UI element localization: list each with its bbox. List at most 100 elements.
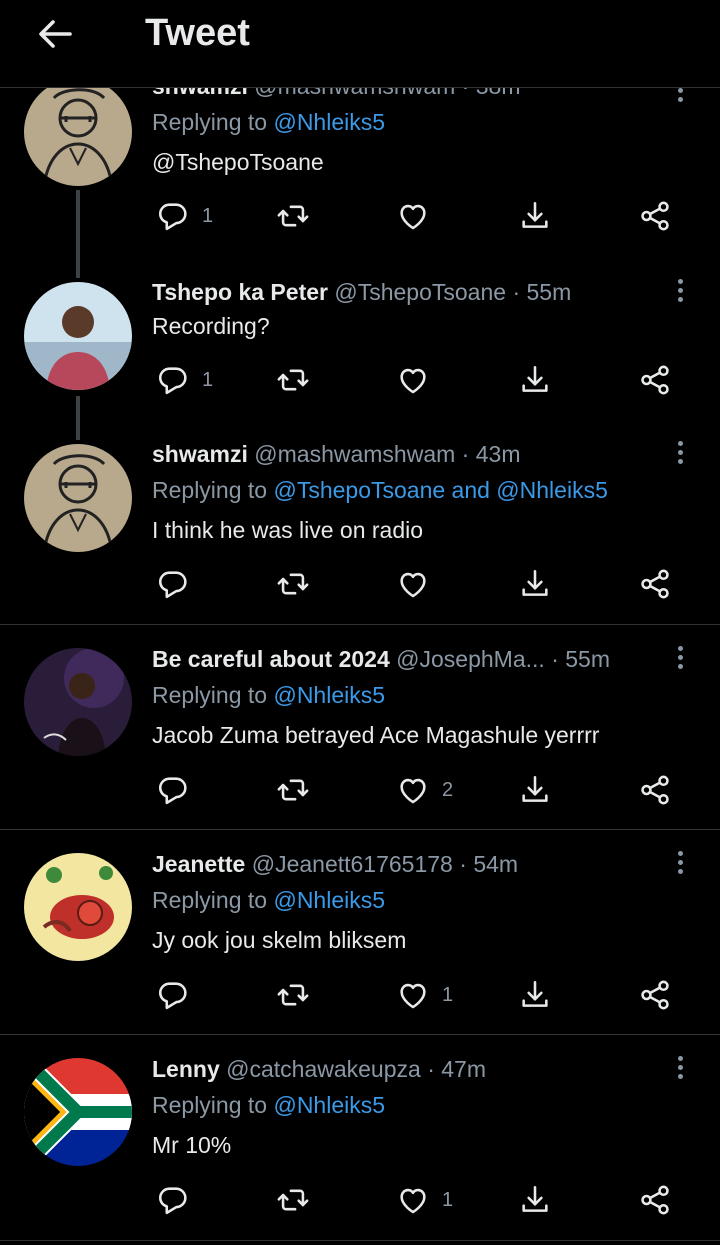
- share-icon: [638, 363, 672, 397]
- more-icon[interactable]: [668, 643, 692, 673]
- replying-to-line: Replying to @Nhleiks5: [152, 681, 385, 709]
- download-button[interactable]: [518, 975, 552, 1015]
- more-icon[interactable]: [668, 848, 692, 878]
- divider: [0, 1240, 720, 1241]
- share-button[interactable]: [638, 564, 672, 604]
- display-name[interactable]: Tshepo ka Peter: [152, 279, 328, 305]
- timestamp[interactable]: 54m: [473, 851, 518, 877]
- reply-button[interactable]: 1: [156, 196, 213, 236]
- thread-line: [76, 396, 80, 440]
- replying-to-prefix: Replying to: [152, 109, 268, 135]
- reply-button[interactable]: 1: [156, 360, 213, 400]
- tweet-text[interactable]: Mr 10%: [152, 1131, 231, 1159]
- like-button[interactable]: 1: [396, 1180, 453, 1220]
- reply-icon: [156, 567, 190, 601]
- divider: [0, 624, 720, 625]
- download-button[interactable]: [518, 564, 552, 604]
- like-button[interactable]: [396, 196, 430, 236]
- download-icon: [518, 567, 552, 601]
- top-app-bar: Tweet: [0, 0, 720, 88]
- share-button[interactable]: [638, 975, 672, 1015]
- back-arrow-icon[interactable]: [36, 14, 76, 54]
- timestamp[interactable]: 47m: [441, 1056, 486, 1082]
- timestamp[interactable]: 55m: [565, 646, 610, 672]
- like-button[interactable]: 2: [396, 770, 453, 810]
- display-name[interactable]: Be careful about 2024: [152, 646, 390, 672]
- mention-link[interactable]: @Nhleiks5: [273, 1092, 385, 1118]
- retweet-button[interactable]: [276, 1180, 310, 1220]
- retweet-button[interactable]: [276, 770, 310, 810]
- replying-to-line: Replying to @Nhleiks5: [152, 886, 385, 914]
- mention-link[interactable]: @TshepoTsoane and @Nhleiks5: [273, 477, 607, 503]
- handle[interactable]: @Jeanett61765178: [252, 851, 453, 877]
- separator: ·: [551, 646, 559, 672]
- timestamp[interactable]: 43m: [476, 441, 521, 467]
- download-icon: [518, 773, 552, 807]
- tweet-text[interactable]: Jacob Zuma betrayed Ace Magashule yerrrr: [152, 721, 599, 749]
- download-button[interactable]: [518, 196, 552, 236]
- download-icon: [518, 199, 552, 233]
- like-button[interactable]: [396, 360, 430, 400]
- more-icon[interactable]: [668, 1053, 692, 1083]
- reply-count: 1: [202, 368, 214, 391]
- display-name[interactable]: shwamzi: [152, 441, 248, 467]
- avatar-shwamzi[interactable]: [24, 444, 132, 552]
- retweet-button[interactable]: [276, 564, 310, 604]
- tweet-actions: 1: [0, 196, 720, 236]
- avatar-joseph[interactable]: [24, 648, 132, 756]
- tweet-actions: 2: [0, 770, 720, 810]
- separator: ·: [512, 279, 521, 305]
- mention-link[interactable]: @Nhleiks5: [273, 109, 385, 135]
- display-name[interactable]: Jeanette: [152, 851, 245, 877]
- retweet-icon: [276, 773, 310, 807]
- retweet-button[interactable]: [276, 975, 310, 1015]
- more-icon[interactable]: [668, 276, 692, 306]
- like-button[interactable]: 1: [396, 975, 453, 1015]
- tweet-text[interactable]: Recording?: [152, 312, 270, 340]
- retweet-button[interactable]: [276, 360, 310, 400]
- handle[interactable]: @JosephMa...: [396, 646, 545, 672]
- avatar-lenny[interactable]: [24, 1058, 132, 1166]
- retweet-icon: [276, 567, 310, 601]
- reply-button[interactable]: [156, 564, 190, 604]
- tweet-header: shwamzi @mashwamshwam · 43m: [152, 440, 520, 468]
- separator: ·: [461, 441, 470, 467]
- divider: [0, 829, 720, 830]
- mention-link[interactable]: @Nhleiks5: [273, 887, 385, 913]
- reply-button[interactable]: [156, 975, 190, 1015]
- tweet-text[interactable]: I think he was live on radio: [152, 516, 423, 544]
- display-name[interactable]: Lenny: [152, 1056, 220, 1082]
- tweet-text[interactable]: @TshepoTsoane: [152, 148, 324, 176]
- replying-to-prefix: Replying to: [152, 887, 268, 913]
- reply-count: 1: [202, 204, 214, 227]
- separator: ·: [427, 1056, 435, 1082]
- reply-button[interactable]: [156, 770, 190, 810]
- avatar-jeanette[interactable]: [24, 853, 132, 961]
- share-button[interactable]: [638, 360, 672, 400]
- like-icon: [396, 978, 430, 1012]
- timestamp[interactable]: 55m: [527, 279, 572, 305]
- handle[interactable]: @mashwamshwam: [254, 441, 455, 467]
- share-icon: [638, 1183, 672, 1217]
- download-button[interactable]: [518, 770, 552, 810]
- reply-button[interactable]: [156, 1180, 190, 1220]
- avatar-shwamzi[interactable]: [24, 78, 132, 186]
- more-icon[interactable]: [668, 438, 692, 468]
- share-button[interactable]: [638, 1180, 672, 1220]
- download-button[interactable]: [518, 360, 552, 400]
- like-icon: [396, 363, 430, 397]
- mention-link[interactable]: @Nhleiks5: [273, 682, 385, 708]
- handle[interactable]: @catchawakeupza: [226, 1056, 421, 1082]
- download-icon: [518, 1183, 552, 1217]
- replying-to-line: Replying to @TshepoTsoane and @Nhleiks5: [152, 476, 608, 504]
- tweet-actions: [0, 564, 720, 604]
- like-button[interactable]: [396, 564, 430, 604]
- handle[interactable]: @TshepoTsoane: [334, 279, 506, 305]
- download-button[interactable]: [518, 1180, 552, 1220]
- reply-icon: [156, 773, 190, 807]
- tweet-text[interactable]: Jy ook jou skelm bliksem: [152, 926, 406, 954]
- retweet-button[interactable]: [276, 196, 310, 236]
- share-button[interactable]: [638, 770, 672, 810]
- reply-feed: shwamzi @mashwamshwam · 38m Replying to …: [0, 0, 720, 1245]
- share-button[interactable]: [638, 196, 672, 236]
